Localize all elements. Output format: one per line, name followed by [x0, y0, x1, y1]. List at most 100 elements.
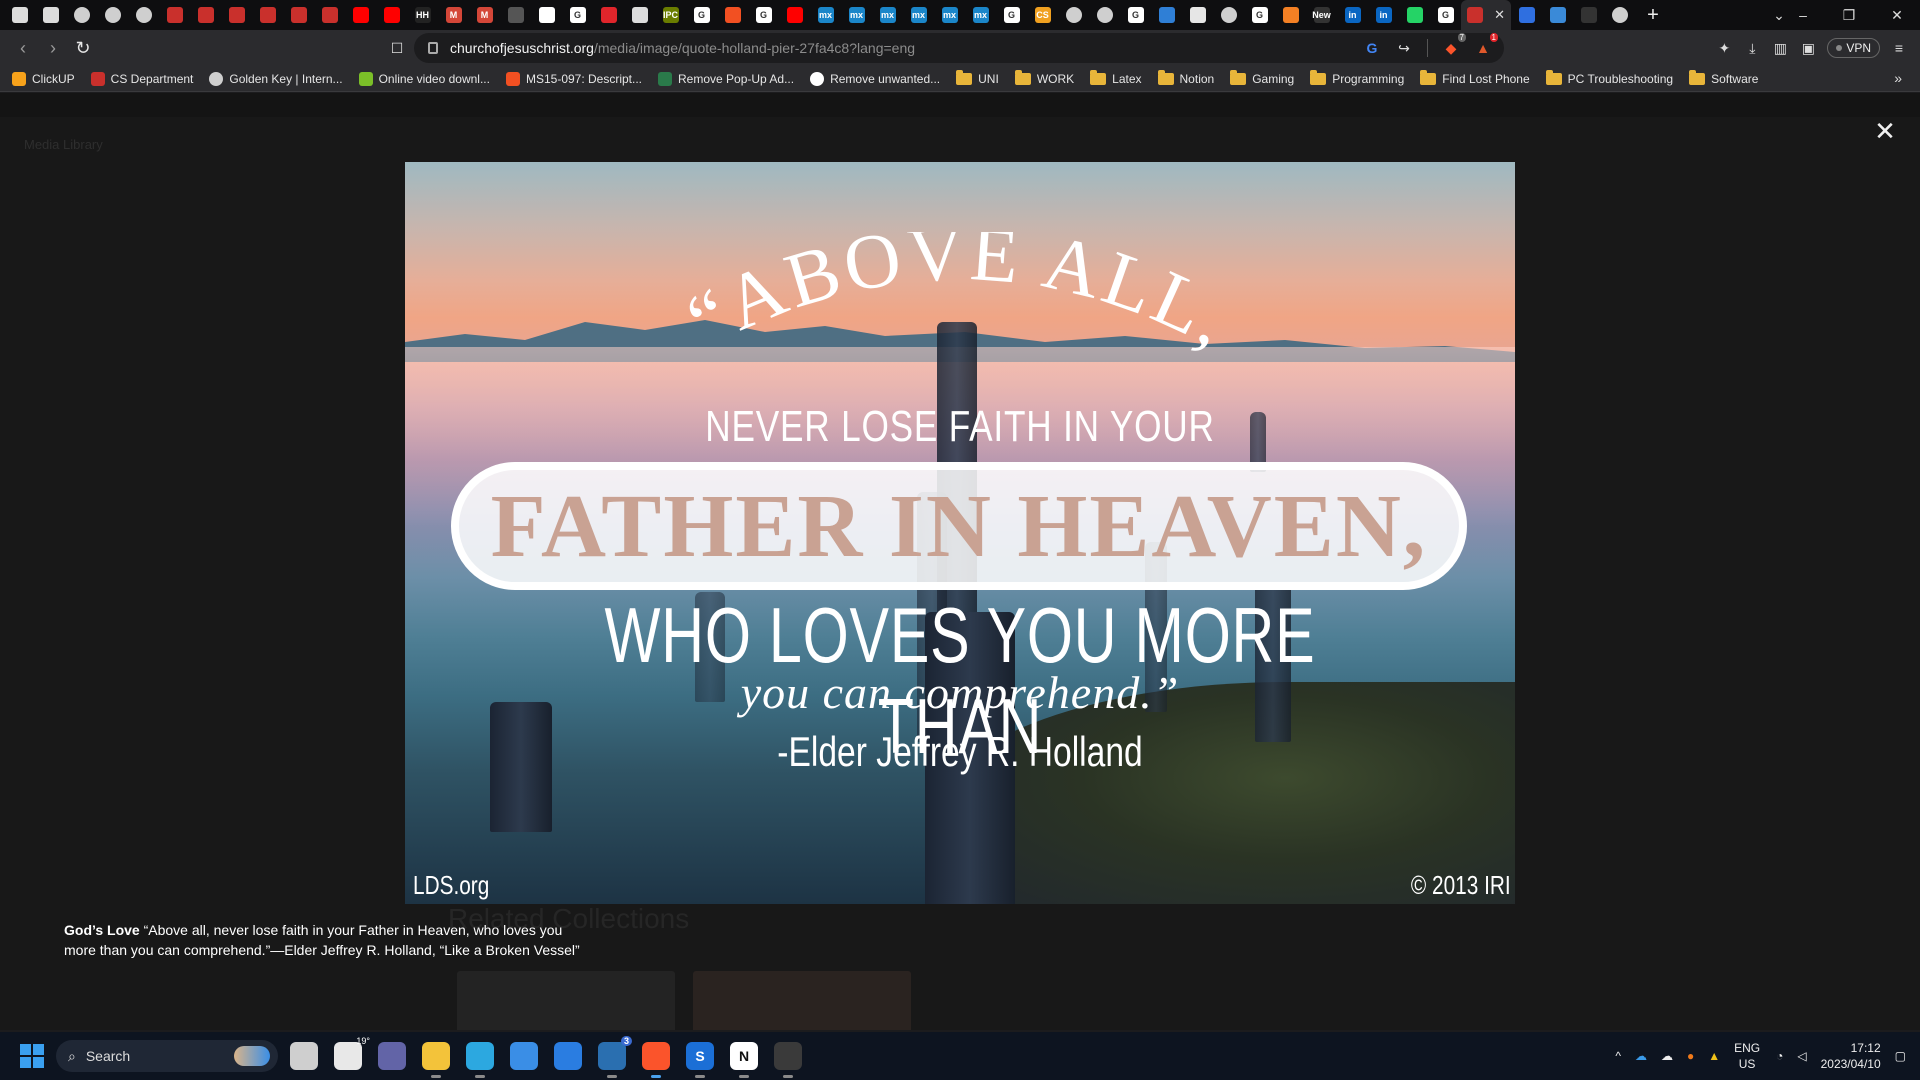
- bookmark-folder[interactable]: Find Lost Phone: [1420, 69, 1530, 86]
- browser-tab[interactable]: [1213, 0, 1244, 30]
- browser-tab[interactable]: [779, 0, 810, 30]
- sidebar-icon[interactable]: ▥: [1771, 39, 1789, 57]
- bookmarks-overflow-button[interactable]: »: [1894, 70, 1902, 86]
- browser-tab[interactable]: G: [996, 0, 1027, 30]
- browser-tab[interactable]: [314, 0, 345, 30]
- teams-icon[interactable]: [378, 1042, 406, 1070]
- wifi-icon[interactable]: ◔: [1776, 1049, 1783, 1063]
- s-app-icon[interactable]: S: [686, 1042, 714, 1078]
- browser-tab[interactable]: [500, 0, 531, 30]
- browser-tab[interactable]: [717, 0, 748, 30]
- browser-tab[interactable]: mx: [934, 0, 965, 30]
- google-lens-icon[interactable]: G: [1363, 39, 1381, 57]
- bookmark-item[interactable]: Remove unwanted...: [810, 71, 940, 86]
- browser-tab[interactable]: in: [1368, 0, 1399, 30]
- browser-tab[interactable]: [1542, 0, 1573, 30]
- browser-tab[interactable]: [190, 0, 221, 30]
- browser-tab[interactable]: G: [562, 0, 593, 30]
- browser-tab[interactable]: [1399, 0, 1430, 30]
- browser-tab[interactable]: [1573, 0, 1604, 30]
- browser-tab[interactable]: [345, 0, 376, 30]
- back-button[interactable]: ‹: [8, 33, 38, 63]
- browser-tab[interactable]: [159, 0, 190, 30]
- tray-overflow-button[interactable]: ^: [1615, 1049, 1621, 1063]
- browser-tab[interactable]: [1182, 0, 1213, 30]
- store-icon[interactable]: [510, 1042, 538, 1070]
- browser-tab[interactable]: G: [1430, 0, 1461, 30]
- bookmark-item[interactable]: Golden Key | Intern...: [209, 71, 343, 86]
- browser-tab[interactable]: [283, 0, 314, 30]
- browser-tab[interactable]: mx: [841, 0, 872, 30]
- browser-tab[interactable]: G: [1120, 0, 1151, 30]
- browser-tab[interactable]: New: [1306, 0, 1337, 30]
- task-view-icon[interactable]: [290, 1042, 318, 1070]
- browser-tab[interactable]: [1058, 0, 1089, 30]
- browser-tab[interactable]: [4, 0, 35, 30]
- minimize-button[interactable]: –: [1780, 0, 1826, 30]
- reload-button[interactable]: ↻: [68, 33, 98, 63]
- bookmark-folder[interactable]: Latex: [1090, 69, 1142, 86]
- bookmark-item[interactable]: ClickUP: [12, 71, 75, 86]
- browser-tab[interactable]: mx: [965, 0, 996, 30]
- browser-tab[interactable]: mx: [810, 0, 841, 30]
- browser-tab[interactable]: [1275, 0, 1306, 30]
- menu-icon[interactable]: ≡: [1890, 39, 1908, 57]
- vpn-button[interactable]: VPN: [1827, 38, 1880, 58]
- security-icon[interactable]: ▲: [1708, 1049, 1720, 1063]
- new-tab-button[interactable]: +: [1635, 0, 1671, 30]
- volume-icon[interactable]: ◁: [1797, 1049, 1806, 1063]
- clock[interactable]: 17:12 2023/04/10: [1821, 1040, 1881, 1072]
- browser-tab[interactable]: G: [748, 0, 779, 30]
- browser-tab[interactable]: G: [686, 0, 717, 30]
- bookmark-item[interactable]: Remove Pop-Up Ad...: [658, 71, 794, 86]
- share-icon[interactable]: ↪: [1395, 39, 1413, 57]
- file-explorer-icon[interactable]: [422, 1042, 450, 1078]
- browser-tab[interactable]: [97, 0, 128, 30]
- address-bar[interactable]: churchofjesuschrist.org/media/image/quot…: [414, 33, 1504, 63]
- notion-icon[interactable]: N: [730, 1042, 758, 1078]
- browser-tab[interactable]: [1604, 0, 1635, 30]
- browser-tab[interactable]: [624, 0, 655, 30]
- browser-tab[interactable]: [128, 0, 159, 30]
- brave-shields-icon[interactable]: ◆ 7: [1442, 33, 1466, 57]
- downloads-icon[interactable]: ⤓: [1743, 39, 1761, 57]
- browser-tab[interactable]: mx: [903, 0, 934, 30]
- extensions-icon[interactable]: ✦: [1715, 39, 1733, 57]
- bookmark-item[interactable]: Online video downl...: [358, 71, 490, 86]
- close-tab-icon[interactable]: ✕: [1494, 7, 1505, 23]
- taskbar-search[interactable]: ⌕ Search: [56, 1040, 278, 1072]
- mail-icon[interactable]: [554, 1042, 582, 1070]
- forward-button[interactable]: ›: [38, 33, 68, 63]
- bookmark-folder[interactable]: Gaming: [1230, 69, 1294, 86]
- browser-tab[interactable]: M: [469, 0, 500, 30]
- restore-button[interactable]: ❐: [1826, 0, 1872, 30]
- bookmark-folder[interactable]: Notion: [1157, 69, 1214, 86]
- browser-tab[interactable]: in: [1337, 0, 1368, 30]
- brave-rewards-icon[interactable]: ▲ 1: [1474, 33, 1498, 57]
- bookmark-item[interactable]: MS15-097: Descript...: [505, 71, 642, 86]
- browser-tab[interactable]: CS: [1027, 0, 1058, 30]
- browser-tab[interactable]: [593, 0, 624, 30]
- browser-tab[interactable]: mx: [872, 0, 903, 30]
- lightbox-close-button[interactable]: ✕: [1872, 118, 1898, 144]
- browser-tab[interactable]: [1089, 0, 1120, 30]
- browser-tab[interactable]: [252, 0, 283, 30]
- brave-icon[interactable]: [642, 1042, 670, 1078]
- browser-tab[interactable]: [66, 0, 97, 30]
- bookmark-folder[interactable]: WORK: [1014, 69, 1074, 86]
- browser-tab[interactable]: HH: [407, 0, 438, 30]
- terminal-icon[interactable]: [774, 1042, 802, 1078]
- browser-tab[interactable]: IPC: [655, 0, 686, 30]
- browser-tab[interactable]: G: [1244, 0, 1275, 30]
- bookmark-folder[interactable]: PC Troubleshooting: [1545, 69, 1673, 86]
- browser-tab[interactable]: M: [438, 0, 469, 30]
- browser-tab[interactable]: [1151, 0, 1182, 30]
- browser-tab[interactable]: [376, 0, 407, 30]
- browser-tab[interactable]: [531, 0, 562, 30]
- close-window-button[interactable]: ✕: [1874, 0, 1920, 30]
- active-tab[interactable]: ✕: [1461, 0, 1511, 30]
- bookmark-folder[interactable]: Programming: [1310, 69, 1404, 86]
- bookmark-folder[interactable]: Software: [1689, 69, 1758, 86]
- weather-icon[interactable]: 19°: [334, 1036, 370, 1070]
- onedrive-personal-icon[interactable]: ☁: [1661, 1049, 1673, 1063]
